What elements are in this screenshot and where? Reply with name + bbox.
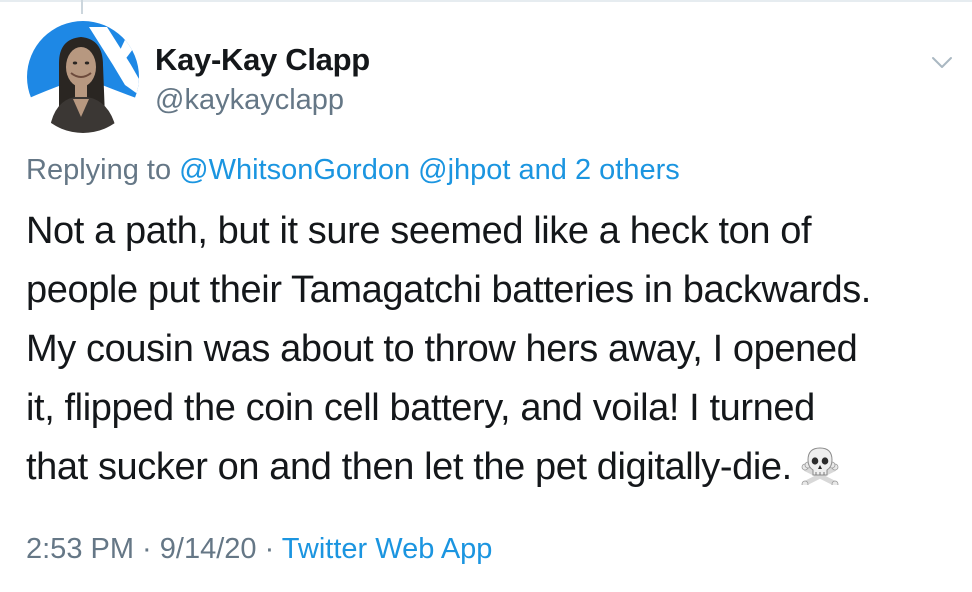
meta-separator: · [134,533,160,565]
tweet-body-line: Not a path, but it sure seemed like a he… [26,210,812,252]
author-handle[interactable]: @kaykayclapp [155,84,344,117]
author-display-name[interactable]: Kay-Kay Clapp [155,42,370,78]
tweet-body-line: My cousin was about to throw hers away, … [26,328,858,370]
avatar[interactable] [27,21,139,133]
mention-others[interactable]: and 2 others [519,154,680,186]
replying-to: Replying to @WhitsonGordon @jhpot and 2 … [26,154,680,187]
tweet-body-line: people put their Tamagatchi batteries in… [26,269,871,311]
tweet-time[interactable]: 2:53 PM [26,533,134,565]
profile-photo-woman [27,21,139,133]
skull-and-crossbones-icon [800,444,840,503]
replying-to-label: Replying to [26,154,172,186]
tweet-source-link[interactable]: Twitter Web App [282,533,493,565]
tweet-body: Not a path, but it sure seemed like a he… [26,202,961,503]
meta-separator: · [256,533,282,565]
tweet-body-line: that sucker on and then let the pet digi… [26,446,792,488]
tweet-metadata: 2:53 PM · 9/14/20 · Twitter Web App [26,533,492,566]
tweet-body-line: it, flipped the coin cell battery, and v… [26,387,815,429]
mention-jhpot[interactable]: @jhpot [418,154,510,186]
tweet-date[interactable]: 9/14/20 [160,533,257,565]
tweet-body-last-line: that sucker on and then let the pet digi… [26,438,961,503]
chevron-down-icon[interactable] [930,50,954,74]
top-divider [0,0,972,2]
thread-connector-line [81,0,83,14]
mention-whitsongordon[interactable]: @WhitsonGordon [179,154,410,186]
